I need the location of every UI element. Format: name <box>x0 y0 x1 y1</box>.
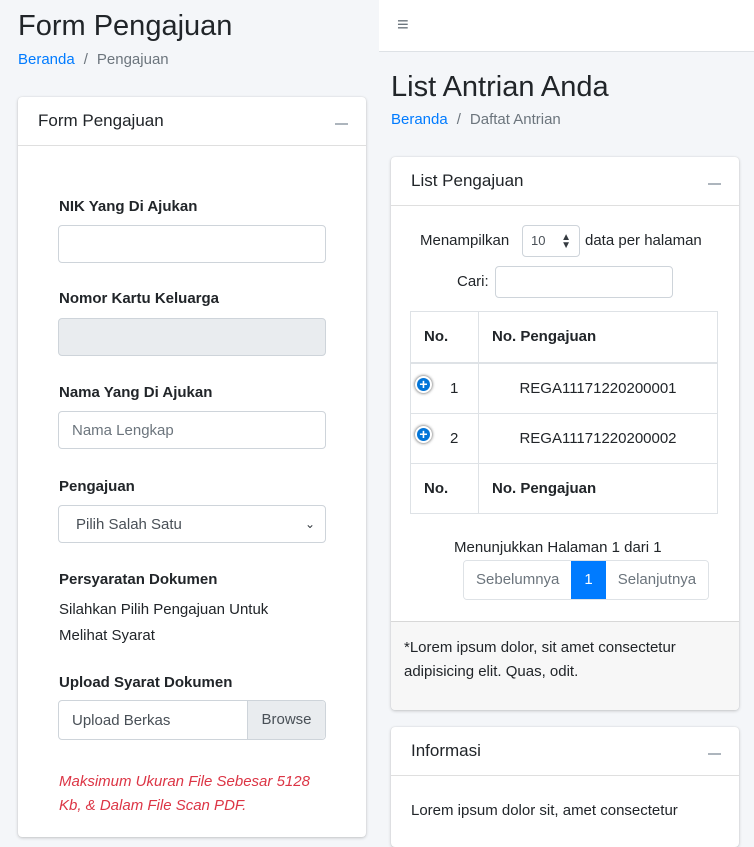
breadcrumb-home-link[interactable]: Beranda <box>391 111 448 128</box>
persyaratan-text-1: Silahkan Pilih Pengajuan Untuk <box>59 601 269 618</box>
persyaratan-text-2: Melihat Syarat <box>59 627 155 644</box>
note-line-2: adipisicing elit. Quas, odit. <box>404 663 579 680</box>
row-no-cell: + 2 <box>410 413 479 464</box>
info-card-title: Informasi <box>411 741 481 760</box>
col-footer-no: No. <box>410 463 479 514</box>
chevron-down-icon: ⌄ <box>304 517 315 531</box>
list-card-header: List Pengajuan <box>391 157 739 206</box>
list-card: List Pengajuan Menampilkan 10 ▲ ▼ data p… <box>391 157 739 710</box>
breadcrumb: Beranda / Pengajuan <box>18 51 169 68</box>
kk-label: Nomor Kartu Keluarga <box>59 290 220 307</box>
row-code-cell: REGA11171220200002 <box>478 413 718 464</box>
nama-label: Nama Yang Di Ajukan <box>59 384 213 401</box>
pengajuan-select[interactable]: Pilih Salah Satu ⌄ <box>58 505 326 543</box>
row-no-cell: + 1 <box>410 362 479 414</box>
col-header-code[interactable]: No. Pengajuan <box>478 311 718 363</box>
upload-label: Upload Syarat Dokumen <box>59 674 233 691</box>
breadcrumb-current: Pengajuan <box>96 51 169 68</box>
pengajuan-label: Pengajuan <box>59 478 135 495</box>
collapse-minus-icon[interactable] <box>708 753 721 755</box>
length-select[interactable]: 10 ▲ ▼ <box>522 225 580 257</box>
browse-button[interactable]: Browse <box>247 701 325 739</box>
table-row: + 1 REGA11171220200001 <box>410 362 718 414</box>
breadcrumb-current: Daftat Antrian <box>469 111 561 128</box>
pager-page-1-button[interactable]: 1 <box>571 561 606 599</box>
upload-warning-2: Kb, & Dalam File Scan PDF. <box>59 797 247 814</box>
updown-arrows-icon: ▼ <box>561 240 571 251</box>
breadcrumb-home-link[interactable]: Beranda <box>18 51 75 68</box>
info-card-header: Informasi <box>391 727 739 776</box>
form-card-header: Form Pengajuan <box>18 97 366 146</box>
info-card-text: Lorem ipsum dolor sit, amet consectetur <box>411 802 678 819</box>
col-header-no[interactable]: No. <box>410 311 479 363</box>
collapse-minus-icon[interactable] <box>708 183 721 185</box>
list-card-title: List Pengajuan <box>411 171 524 190</box>
data-table: No. No. Pengajuan + 1 REGA11171220200001… <box>410 311 718 514</box>
menu-hamburger-icon[interactable]: ≡ <box>397 14 409 37</box>
list-card-footer: *Lorem ipsum dolor, sit amet consectetur… <box>391 621 739 710</box>
breadcrumb: Beranda / Daftat Antrian <box>391 111 561 128</box>
table-info: Menunjukkan Halaman 1 dari 1 <box>454 539 662 556</box>
nama-input[interactable]: Nama Lengkap <box>58 411 326 449</box>
form-card: Form Pengajuan NIK Yang Di Ajukan Nomor … <box>18 97 366 837</box>
length-prefix: Menampilkan <box>420 232 510 249</box>
info-card: Informasi Lorem ipsum dolor sit, amet co… <box>391 727 739 847</box>
persyaratan-label: Persyaratan Dokumen <box>59 571 218 588</box>
pagination: Sebelumnya 1 Selanjutnya <box>463 560 710 600</box>
form-card-title: Form Pengajuan <box>38 111 164 130</box>
search-label: Cari: <box>457 273 489 290</box>
pager-prev-button[interactable]: Sebelumnya <box>464 561 572 599</box>
row-code-cell: REGA11171220200001 <box>478 362 718 414</box>
upload-warning-1: Maksimum Ukuran File Sebesar 5128 <box>59 773 310 790</box>
collapse-minus-icon[interactable] <box>335 123 348 125</box>
nik-input[interactable] <box>58 225 326 263</box>
expand-row-plus-icon[interactable]: + <box>415 375 432 393</box>
length-suffix: data per halaman <box>585 232 702 249</box>
col-footer-code: No. Pengajuan <box>478 463 718 514</box>
left-panel: Form Pengajuan Beranda / Pengajuan Form Pe… <box>0 0 379 837</box>
expand-row-plus-icon[interactable]: + <box>415 426 432 443</box>
search-input[interactable] <box>495 266 673 298</box>
page-title: List Antrian Anda <box>391 71 609 103</box>
right-panel: ≡ List Antrian Anda Beranda / Daftat Antri… <box>379 0 754 847</box>
note-line-1: *Lorem ipsum dolor, sit amet consectetur <box>404 639 676 656</box>
pager-next-button[interactable]: Selanjutnya <box>605 561 709 599</box>
kk-input <box>58 318 326 356</box>
top-navbar: ≡ <box>379 0 754 52</box>
upload-file-input[interactable]: Upload Berkas Browse <box>58 700 326 740</box>
table-row: + 2 REGA11171220200002 <box>410 413 718 464</box>
page-title: Form Pengajuan <box>18 10 233 42</box>
nik-label: NIK Yang Di Ajukan <box>59 198 198 215</box>
